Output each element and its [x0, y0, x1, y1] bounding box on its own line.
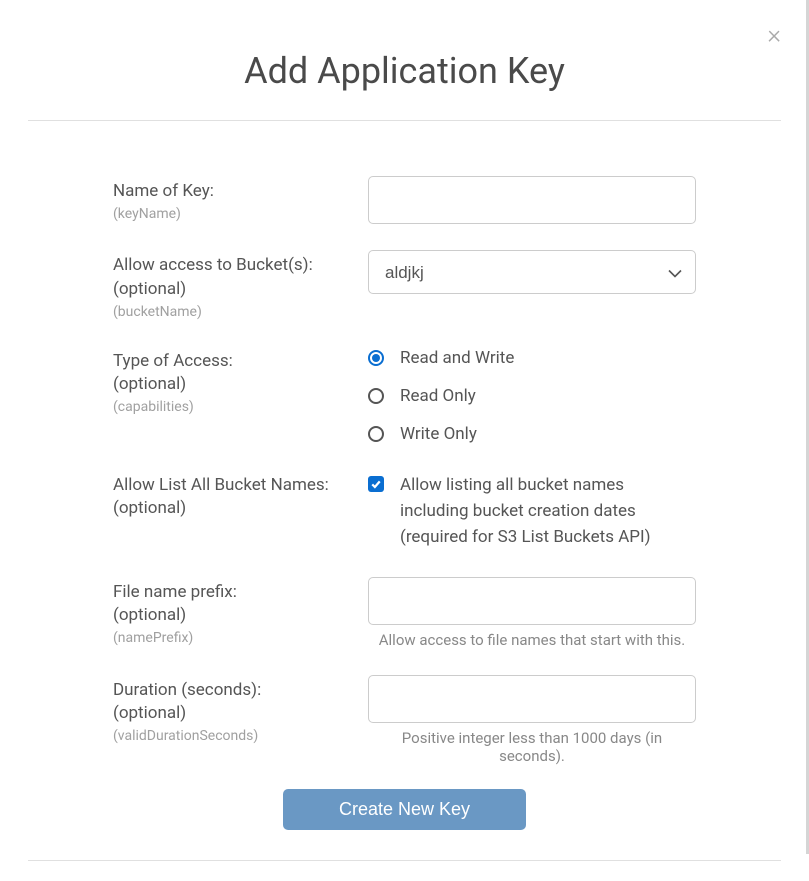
- divider-top: [28, 120, 781, 121]
- check-icon: [370, 478, 382, 490]
- label-sub: (keyName): [113, 206, 368, 222]
- row-list-all: Allow List All Bucket Names: (optional) …: [113, 470, 696, 551]
- list-all-checkbox[interactable]: [368, 476, 384, 492]
- label-duration: Duration (seconds): (optional) (validDur…: [113, 675, 368, 745]
- row-key-name: Name of Key: (keyName): [113, 176, 696, 224]
- control-list-all: Allow listing all bucket names including…: [368, 470, 696, 551]
- label-optional: (optional): [113, 702, 368, 726]
- label-bucket: Allow access to Bucket(s): (optional) (b…: [113, 250, 368, 320]
- label-text: Duration (seconds):: [113, 679, 368, 703]
- row-prefix: File name prefix: (optional) (namePrefix…: [113, 577, 696, 649]
- label-optional: (optional): [113, 278, 368, 302]
- create-new-key-button[interactable]: Create New Key: [283, 789, 526, 830]
- access-radio-group: Read and Write Read Only Write Only: [368, 346, 696, 444]
- radio-label: Read Only: [400, 386, 476, 406]
- bucket-select-wrap: aldjkj: [368, 250, 696, 294]
- label-sub: (bucketName): [113, 304, 368, 320]
- form-area: Name of Key: (keyName) Allow access to B…: [28, 176, 781, 830]
- label-sub: (namePrefix): [113, 630, 368, 646]
- modal-title: Add Application Key: [28, 20, 781, 120]
- label-list-all: Allow List All Bucket Names: (optional): [113, 470, 368, 522]
- duration-helper: Positive integer less than 1000 days (in…: [368, 729, 696, 765]
- modal-add-application-key: × Add Application Key Name of Key: (keyN…: [0, 0, 809, 881]
- row-duration: Duration (seconds): (optional) (validDur…: [113, 675, 696, 765]
- control-bucket: aldjkj: [368, 250, 696, 294]
- bucket-select[interactable]: aldjkj: [368, 250, 696, 294]
- duration-input[interactable]: [368, 675, 696, 723]
- label-prefix: File name prefix: (optional) (namePrefix…: [113, 577, 368, 647]
- control-duration: Positive integer less than 1000 days (in…: [368, 675, 696, 765]
- label-key-name: Name of Key: (keyName): [113, 176, 368, 222]
- divider-bottom: [28, 860, 781, 861]
- radio-write-only[interactable]: Write Only: [368, 424, 696, 444]
- label-text: Allow access to Bucket(s):: [113, 254, 368, 278]
- list-all-checkbox-row: Allow listing all bucket names including…: [368, 470, 696, 551]
- radio-read-write[interactable]: Read and Write: [368, 348, 696, 368]
- control-prefix: Allow access to file names that start wi…: [368, 577, 696, 649]
- label-optional: (optional): [113, 497, 368, 521]
- control-key-name: [368, 176, 696, 224]
- prefix-input[interactable]: [368, 577, 696, 625]
- key-name-input[interactable]: [368, 176, 696, 224]
- radio-read-only[interactable]: Read Only: [368, 386, 696, 406]
- radio-icon: [368, 388, 384, 404]
- label-optional: (optional): [113, 604, 368, 628]
- row-bucket: Allow access to Bucket(s): (optional) (b…: [113, 250, 696, 320]
- label-text: Allow List All Bucket Names:: [113, 474, 368, 498]
- row-access-type: Type of Access: (optional) (capabilities…: [113, 346, 696, 444]
- prefix-helper: Allow access to file names that start wi…: [368, 631, 696, 649]
- checkbox-label: Allow listing all bucket names including…: [400, 472, 696, 551]
- radio-icon: [368, 350, 384, 366]
- close-icon[interactable]: ×: [767, 22, 781, 48]
- label-text: File name prefix:: [113, 581, 368, 605]
- label-sub: (capabilities): [113, 399, 368, 415]
- label-access-type: Type of Access: (optional) (capabilities…: [113, 346, 368, 416]
- label-text: Type of Access:: [113, 350, 368, 374]
- label-text: Name of Key:: [113, 180, 368, 204]
- submit-row: Create New Key: [113, 789, 696, 830]
- radio-label: Read and Write: [400, 348, 514, 368]
- label-optional: (optional): [113, 373, 368, 397]
- label-sub: (validDurationSeconds): [113, 728, 368, 744]
- control-access-type: Read and Write Read Only Write Only: [368, 346, 696, 444]
- radio-label: Write Only: [400, 424, 477, 444]
- radio-icon: [368, 426, 384, 442]
